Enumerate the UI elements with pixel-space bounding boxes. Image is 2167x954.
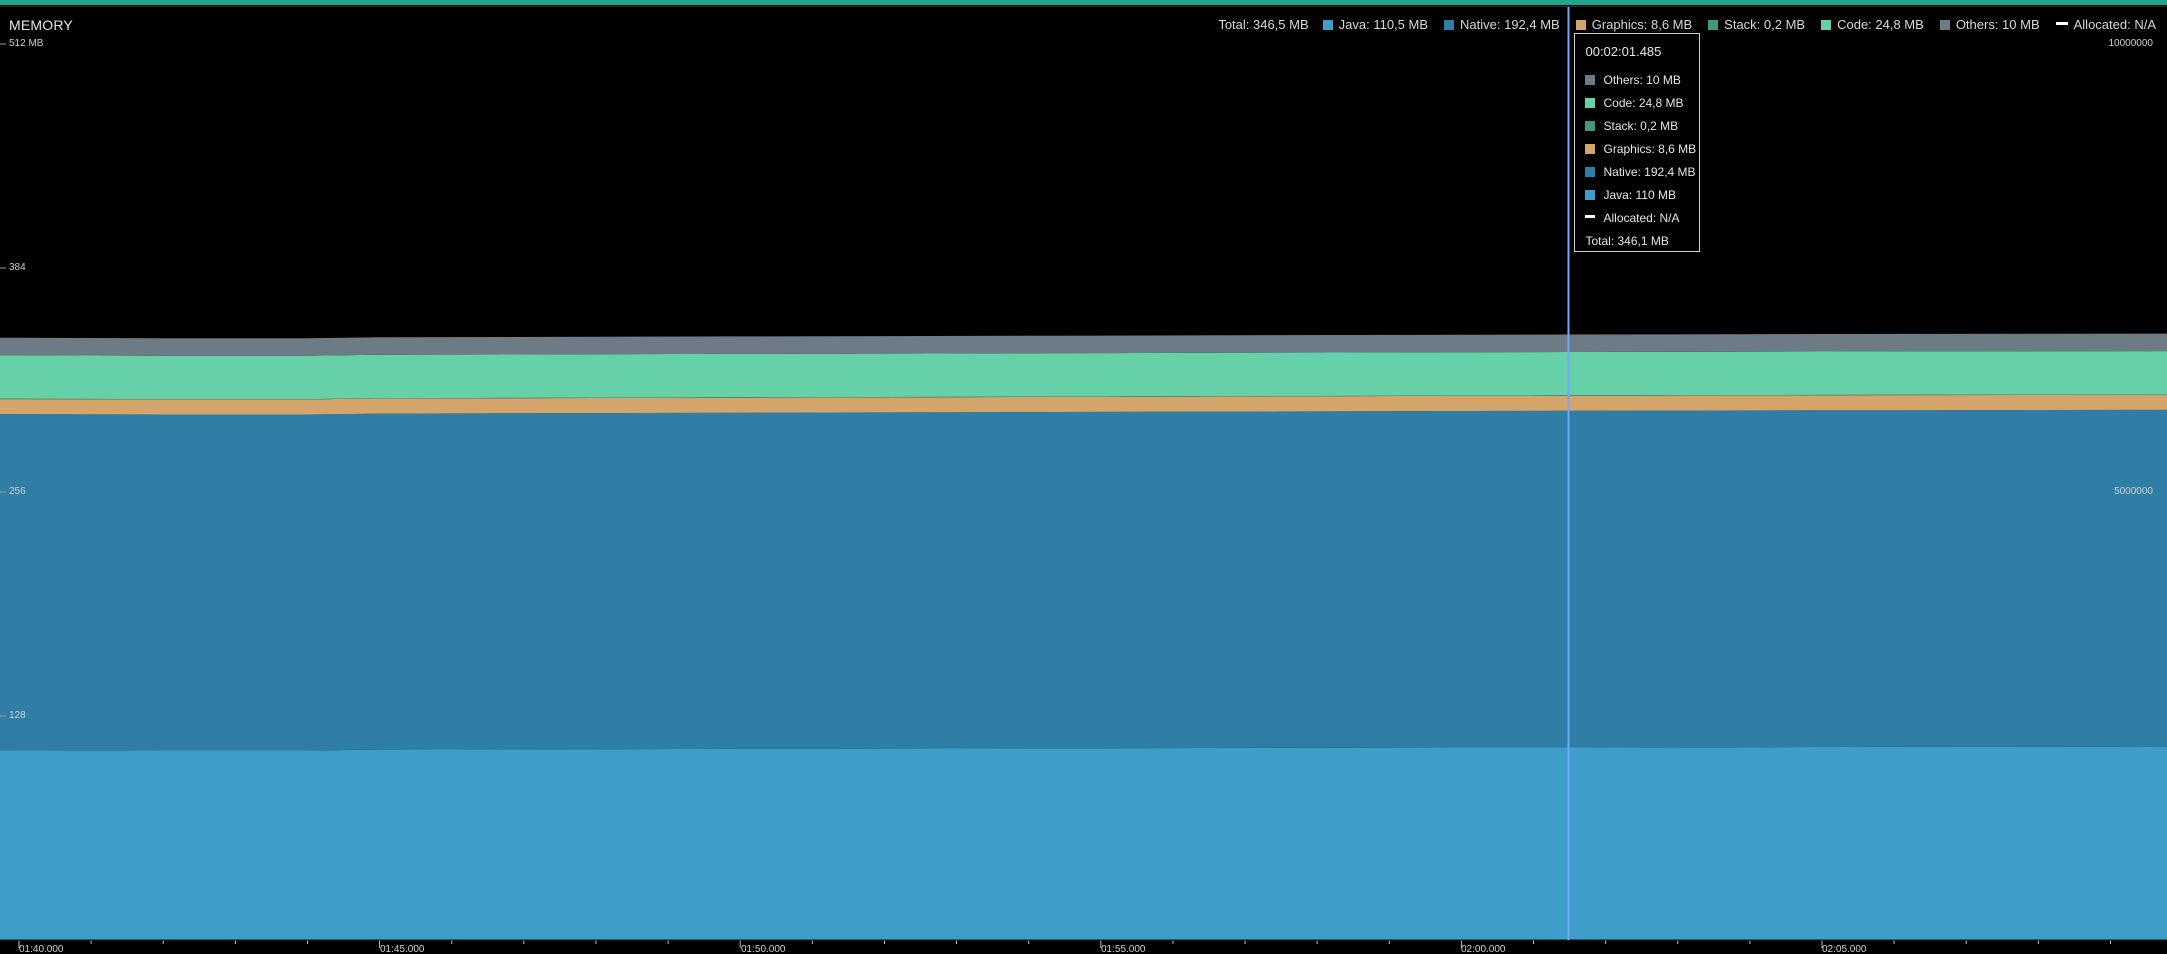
tooltip-value-graphics: Graphics: 8,6 MB <box>1603 141 1697 156</box>
legend: Total: 346,5 MB Java: 110,5 MB Native: 1… <box>1218 17 2156 32</box>
legend-label-allocated: Allocated: N/A <box>2073 17 2156 32</box>
legend-item-code[interactable]: Code: 24,8 MB <box>1821 17 1924 32</box>
x-tick-label: 01:55.000 <box>1101 944 1146 954</box>
graphics-swatch-icon <box>1585 143 1596 154</box>
native-swatch-icon <box>1585 166 1596 177</box>
tooltip-value-code: Code: 24,8 MB <box>1603 95 1684 110</box>
tooltip-row-others: Others: 10 MB <box>1585 68 1699 91</box>
graphics-swatch-icon <box>1575 19 1586 30</box>
stacked-areas <box>0 333 2167 940</box>
x-tick-label: 02:05.000 <box>1822 944 1867 954</box>
legend-label-graphics: Graphics: 8,6 MB <box>1591 17 1693 32</box>
legend-item-others[interactable]: Others: 10 MB <box>1939 17 2040 32</box>
memory-profiler: MEMORY Total: 346,5 MB Java: 110,5 MB Na… <box>0 0 2167 954</box>
x-tick-label: 01:45.000 <box>380 944 425 954</box>
tooltip-value-allocated: Allocated: N/A <box>1603 210 1680 225</box>
legend-label-code: Code: 24,8 MB <box>1837 17 1924 32</box>
tooltip-time: 00:02:01.485 <box>1585 44 1662 59</box>
tooltip-value-others: Others: 10 MB <box>1603 72 1681 87</box>
java-swatch-icon <box>1585 189 1596 200</box>
tooltip-value-native: Native: 192,4 MB <box>1603 164 1696 179</box>
tooltip-row-native: Native: 192,4 MB <box>1585 160 1699 183</box>
area-series-native[interactable] <box>0 409 2167 751</box>
stack-swatch-icon <box>1585 120 1596 131</box>
tooltip-value-java: Java: 110 MB <box>1603 187 1676 202</box>
x-tick-label: 01:40.000 <box>19 944 64 954</box>
y-tick-label: 512 MB <box>9 38 44 49</box>
chart-title: MEMORY <box>9 17 73 33</box>
area-series-java[interactable] <box>0 746 2167 940</box>
y-tick-label: 256 <box>9 486 26 497</box>
legend-item-java[interactable]: Java: 110,5 MB <box>1322 17 1429 32</box>
y-tick-label: 128 <box>9 710 26 721</box>
tooltip-row-java: Java: 110 MB <box>1585 183 1699 206</box>
native-swatch-icon <box>1444 19 1455 30</box>
allocated-dash-icon <box>1585 214 1596 221</box>
legend-label-stack: Stack: 0,2 MB <box>1724 17 1806 32</box>
code-swatch-icon <box>1821 19 1832 30</box>
secondary-y-tick-label: 5000000 <box>2114 486 2153 497</box>
others-swatch-icon <box>1585 74 1596 85</box>
legend-total: Total: 346,5 MB <box>1218 17 1309 32</box>
allocated-dash-icon <box>2055 21 2068 28</box>
hover-tooltip: 00:02:01.485 Others: 10 MB Code: 24,8 MB… <box>1574 33 1701 252</box>
y-tick-label: 384 <box>9 262 26 273</box>
legend-item-stack[interactable]: Stack: 0,2 MB <box>1708 17 1805 32</box>
legend-item-native[interactable]: Native: 192,4 MB <box>1444 17 1560 32</box>
tooltip-row-total: Total: 346,1 MB <box>1585 229 1699 252</box>
tooltip-row-allocated: Allocated: N/A <box>1585 206 1699 229</box>
tooltip-row-stack: Stack: 0,2 MB <box>1585 114 1699 137</box>
tooltip-row-graphics: Graphics: 8,6 MB <box>1585 137 1699 160</box>
x-tick-label: 01:50.000 <box>741 944 786 954</box>
tooltip-value-stack: Stack: 0,2 MB <box>1603 118 1679 133</box>
others-swatch-icon <box>1939 19 1950 30</box>
area-series-code[interactable] <box>0 351 2167 400</box>
legend-label-java: Java: 110,5 MB <box>1338 17 1429 32</box>
x-tick-label: 02:00.000 <box>1461 944 1506 954</box>
legend-item-allocated[interactable]: Allocated: N/A <box>2055 17 2156 32</box>
memory-chart[interactable] <box>0 0 2167 954</box>
legend-label-native: Native: 192,4 MB <box>1460 17 1560 32</box>
legend-item-graphics[interactable]: Graphics: 8,6 MB <box>1575 17 1693 32</box>
legend-label-others: Others: 10 MB <box>1955 17 2040 32</box>
stack-swatch-icon <box>1708 19 1719 30</box>
java-swatch-icon <box>1322 19 1333 30</box>
code-swatch-icon <box>1585 97 1596 108</box>
tooltip-row-code: Code: 24,8 MB <box>1585 91 1699 114</box>
tooltip-value-total: Total: 346,1 MB <box>1585 233 1669 248</box>
secondary-y-tick-label: 10000000 <box>2108 38 2154 49</box>
